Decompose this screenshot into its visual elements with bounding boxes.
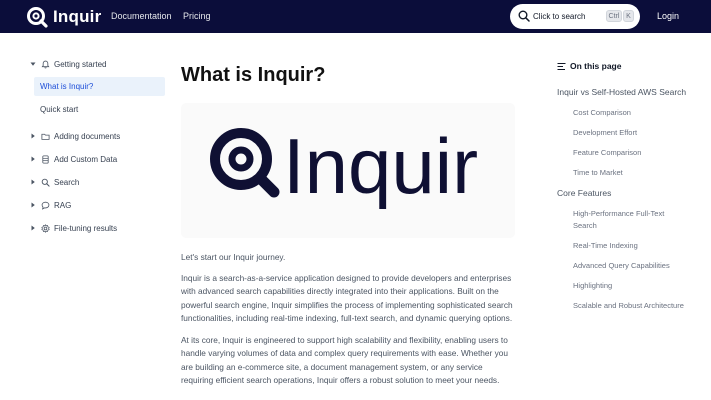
toc-item-advanced-query[interactable]: Advanced Query Capabilities — [573, 260, 693, 272]
caret-right-icon — [31, 202, 35, 208]
sidebar-item-label: RAG — [54, 200, 72, 210]
hero-logo-text: Inquir — [283, 122, 478, 210]
caret-right-icon — [31, 179, 35, 185]
sidebar-subitem-quick-start[interactable]: Quick start — [34, 100, 165, 119]
toc-item-cost-comparison[interactable]: Cost Comparison — [573, 107, 693, 119]
brand-logo[interactable]: Inquir — [26, 6, 101, 28]
hero-logo-banner: Inquir — [181, 103, 515, 238]
toc-item-time-to-market[interactable]: Time to Market — [573, 167, 693, 179]
nav-pricing[interactable]: Pricing — [183, 11, 211, 21]
list-icon — [557, 62, 566, 70]
chat-bubble-icon — [41, 201, 50, 210]
shortcut-k-key: K — [623, 10, 634, 22]
inquir-hero-logo: Inquir — [210, 122, 478, 210]
sidebar-item-search[interactable]: Search — [30, 174, 170, 190]
caret-right-icon — [31, 225, 35, 231]
sidebar-subitem-what-is-inquir[interactable]: What is Inquir? — [34, 77, 165, 96]
toc-item-scalable-architecture[interactable]: Scalable and Robust Architecture — [573, 300, 693, 312]
caret-right-icon — [31, 133, 35, 139]
sidebar-item-label: Add Custom Data — [54, 154, 118, 164]
inquir-logo-icon — [210, 128, 280, 198]
sidebar-item-label: File-tuning results — [54, 223, 118, 233]
search-label: Click to search — [533, 12, 586, 21]
toc-item-feature-comparison[interactable]: Feature Comparison — [573, 147, 693, 159]
description-paragraph: Inquir is a search-as-a-service applicat… — [181, 273, 513, 323]
caret-right-icon — [31, 156, 35, 162]
inquir-logo-icon — [27, 7, 48, 28]
shortcut-ctrl-key: Ctrl — [606, 10, 622, 22]
toc-section-aws-comparison[interactable]: Inquir vs Self-Hosted AWS Search — [557, 87, 686, 97]
sidebar-item-label: Adding documents — [54, 131, 121, 141]
sidebar-item-label: Search — [54, 177, 80, 187]
toc-item-development-effort[interactable]: Development Effort — [573, 127, 693, 139]
login-link[interactable]: Login — [657, 11, 679, 21]
sidebar-item-rag[interactable]: RAG — [30, 197, 170, 213]
sidebar-item-adding-documents[interactable]: Adding documents — [30, 128, 170, 144]
top-navbar: Inquir Documentation Pricing Click to se… — [0, 0, 711, 33]
search-icon — [41, 178, 50, 187]
page-title: What is Inquir? — [181, 64, 326, 86]
core-paragraph: At its core, Inquir is engineered to sup… — [181, 335, 508, 385]
intro-paragraph: Let's start our Inquir journey. — [181, 252, 286, 262]
folder-icon — [41, 133, 50, 140]
toc-item-full-text-search[interactable]: High-Performance Full-Text Search — [573, 208, 673, 232]
brand-name: Inquir — [53, 7, 102, 26]
database-icon — [42, 154, 49, 164]
gear-icon — [41, 223, 50, 233]
sidebar-item-add-custom-data[interactable]: Add Custom Data — [30, 151, 170, 167]
toc-heading: On this page — [557, 61, 621, 71]
sidebar-item-file-tuning-results[interactable]: File-tuning results — [30, 220, 170, 236]
search-icon — [518, 10, 530, 22]
toc-section-core-features[interactable]: Core Features — [557, 188, 611, 198]
search-button[interactable]: Click to search Ctrl K — [510, 4, 640, 29]
toc-item-real-time-indexing[interactable]: Real-Time Indexing — [573, 240, 693, 252]
nav-documentation[interactable]: Documentation — [111, 11, 172, 21]
toc-heading-label: On this page — [570, 61, 622, 71]
bell-icon — [41, 60, 50, 68]
toc-item-highlighting[interactable]: Highlighting — [573, 280, 693, 292]
caret-down-icon — [30, 62, 36, 66]
sidebar-item-getting-started[interactable]: Getting started — [30, 56, 170, 72]
sidebar-item-label: Getting started — [54, 59, 107, 69]
